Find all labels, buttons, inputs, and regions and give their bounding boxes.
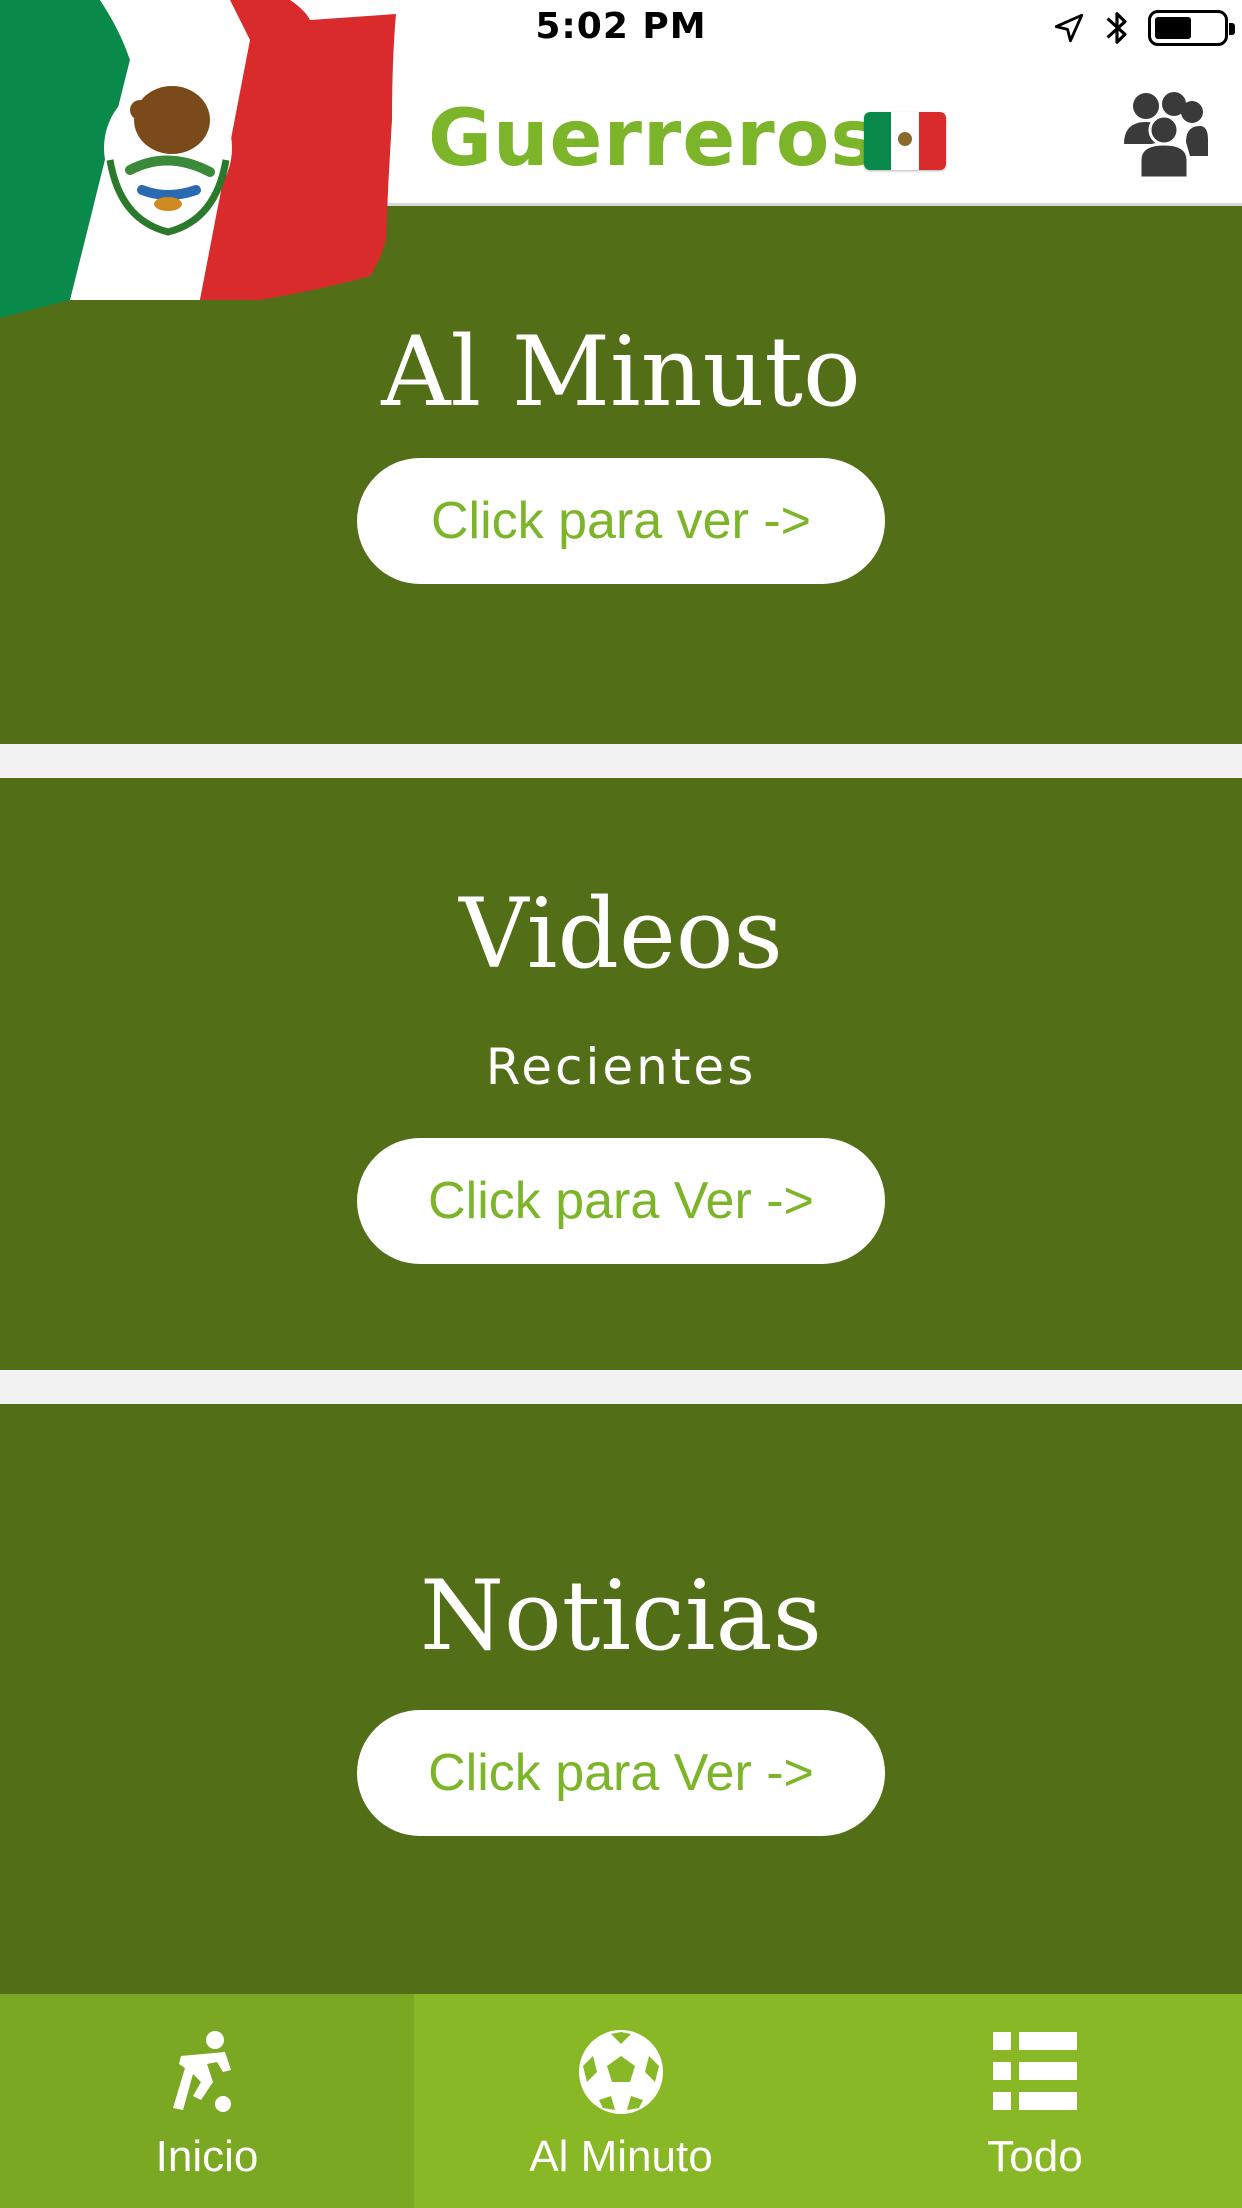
users-group-icon[interactable] <box>1116 86 1208 178</box>
section-title: Al Minuto <box>381 316 861 428</box>
tab-bar: Inicio Al Minuto Todo <box>0 1994 1242 2208</box>
mexico-flag-icon <box>0 0 396 318</box>
noticias-view-button[interactable]: Click para Ver -> <box>357 1710 885 1836</box>
tab-todo[interactable]: Todo <box>828 1994 1242 2208</box>
tab-label: Inicio <box>155 2132 259 2181</box>
section-noticias: Noticias Click para Ver -> <box>0 1404 1242 1994</box>
al-minuto-view-button[interactable]: Click para ver -> <box>357 458 885 584</box>
location-arrow-icon <box>1054 13 1084 43</box>
list-icon <box>993 2032 1077 2110</box>
mexico-flag-emoji-icon <box>864 112 946 170</box>
soccer-player-icon <box>173 2031 231 2112</box>
section-title: Noticias <box>419 1560 823 1672</box>
tab-label: Al Minuto <box>529 2132 713 2181</box>
status-icons <box>1052 8 1235 48</box>
app-title: Guerreros <box>428 94 878 184</box>
section-title: Videos <box>459 878 783 990</box>
tab-al-minuto[interactable]: Al Minuto <box>414 1994 828 2208</box>
battery-icon <box>1148 10 1235 46</box>
section-subtitle: Recientes <box>485 1038 757 1096</box>
videos-view-button[interactable]: Click para Ver -> <box>357 1138 885 1264</box>
soccer-ball-icon <box>579 2030 663 2114</box>
tab-inicio[interactable]: Inicio <box>0 1994 414 2208</box>
section-videos: Videos Recientes Click para Ver -> <box>0 778 1242 1370</box>
tab-label: Todo <box>987 2132 1083 2181</box>
bluetooth-icon <box>1106 12 1127 44</box>
